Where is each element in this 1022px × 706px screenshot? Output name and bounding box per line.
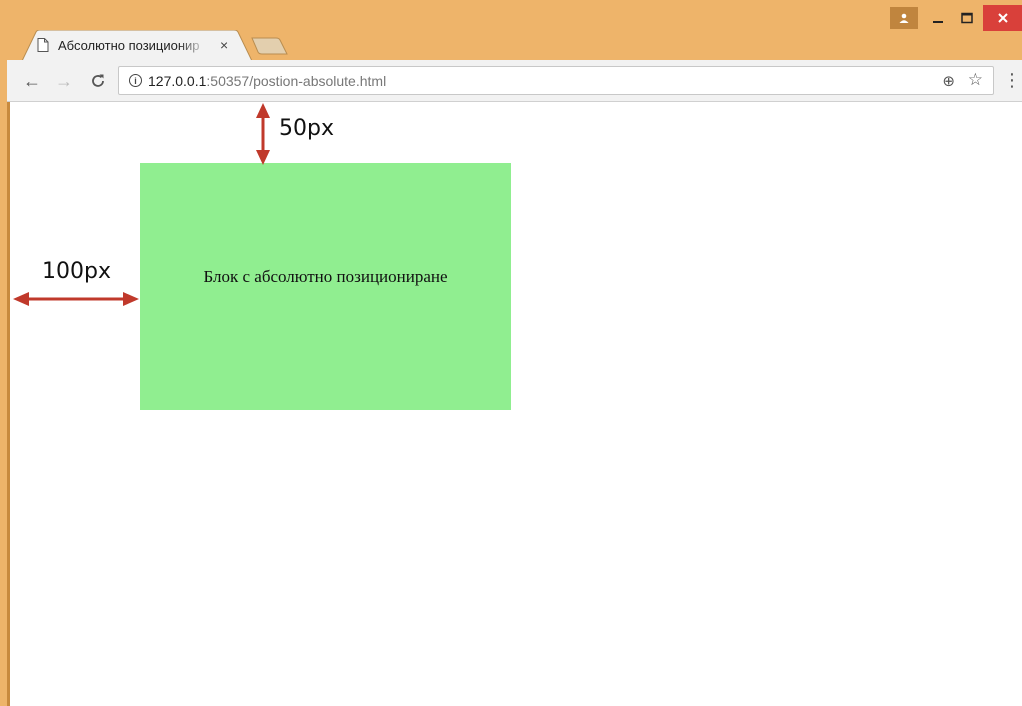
new-tab-button[interactable] bbox=[250, 36, 290, 56]
page-viewport: Блок с абсолютно позициониране bbox=[7, 102, 1022, 706]
close-icon bbox=[997, 13, 1008, 23]
address-bar[interactable]: i 127.0.0.1:50357/postion-absolute.html … bbox=[118, 66, 994, 95]
reload-icon bbox=[92, 74, 104, 87]
url-host: 127.0.0.1 bbox=[148, 72, 207, 89]
minimize-button[interactable] bbox=[925, 6, 951, 30]
close-window-button[interactable] bbox=[983, 5, 1022, 31]
minimize-icon bbox=[933, 21, 943, 23]
reload-button[interactable] bbox=[87, 70, 109, 92]
top-offset-label: 50px bbox=[279, 116, 334, 141]
maximize-button[interactable] bbox=[954, 6, 980, 30]
info-icon[interactable]: i bbox=[129, 74, 142, 87]
forward-arrow-icon: → bbox=[55, 70, 73, 91]
person-icon bbox=[899, 13, 909, 23]
tab-content[interactable]: Абсолютно позиционир × bbox=[36, 31, 246, 59]
back-button[interactable]: ← bbox=[21, 70, 43, 92]
profile-icon[interactable] bbox=[890, 7, 918, 29]
back-arrow-icon: ← bbox=[23, 70, 41, 91]
maximize-icon bbox=[961, 12, 973, 24]
tab-close-icon[interactable]: × bbox=[220, 37, 228, 53]
bookmark-star-icon[interactable]: ☆ bbox=[968, 70, 983, 90]
tab-title: Абсолютно позиционир bbox=[58, 37, 200, 53]
page-icon bbox=[37, 38, 49, 52]
browser-toolbar: ← → i 127.0.0.1:50357/postion-absolute.h… bbox=[7, 60, 1022, 102]
url-path: :50357/postion-absolute.html bbox=[206, 72, 387, 89]
forward-button[interactable]: → bbox=[53, 70, 75, 92]
kebab-menu-icon: ⋮ bbox=[1003, 70, 1021, 90]
browser-window: Абсолютно позиционир × ← → i 127.0.0.1:… bbox=[0, 0, 1022, 706]
absolute-block-text: Блок с абсолютно позициониране bbox=[203, 266, 448, 286]
menu-button[interactable]: ⋮ bbox=[1003, 70, 1021, 90]
left-offset-label: 100px bbox=[42, 259, 111, 284]
zoom-icon[interactable]: ⊕ bbox=[942, 72, 955, 90]
absolute-block: Блок с абсолютно позициониране bbox=[140, 163, 511, 410]
